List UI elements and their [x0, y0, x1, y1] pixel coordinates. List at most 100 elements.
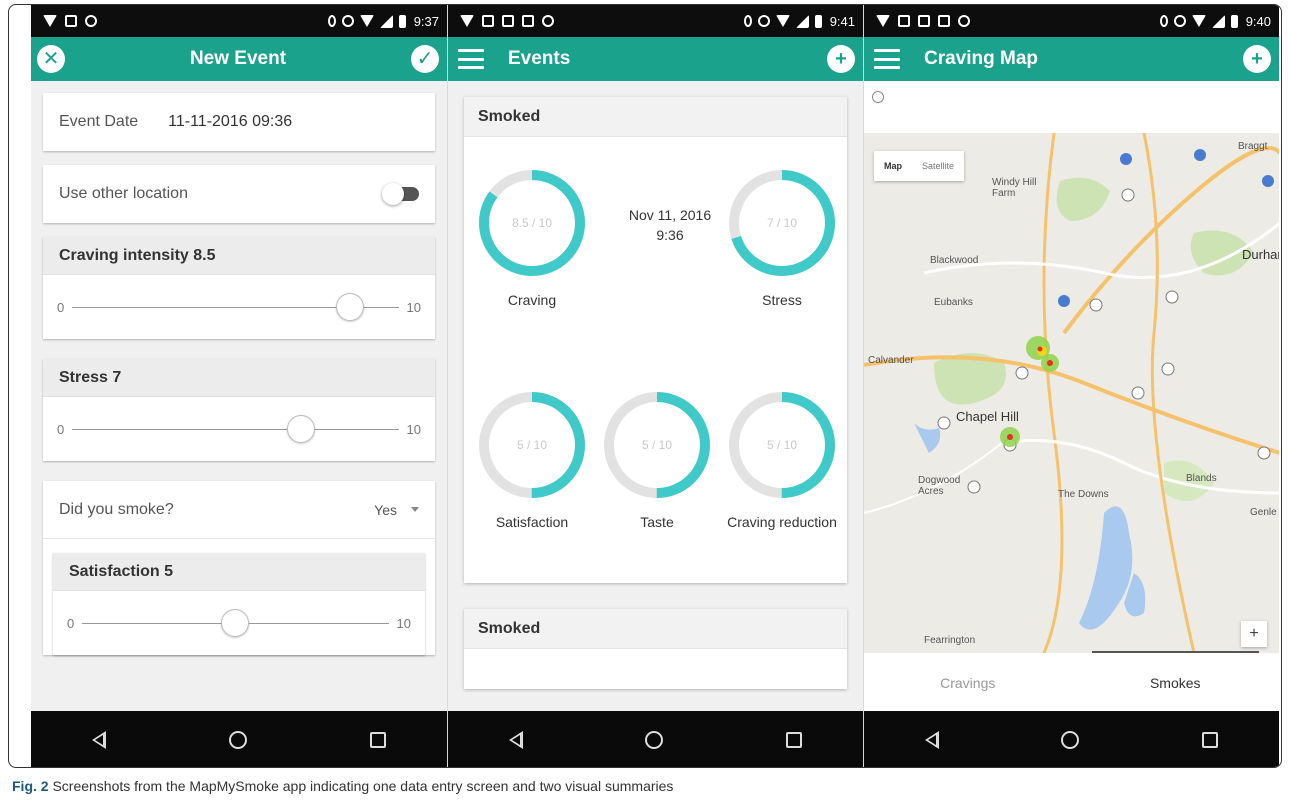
gauge-value: 7 / 10	[766, 216, 798, 230]
satisfaction-slider-min: 0	[67, 615, 75, 631]
map-type-map[interactable]: Map	[874, 151, 912, 181]
nav-bar	[448, 711, 863, 767]
wifi-icon	[775, 15, 790, 27]
home-icon[interactable]	[645, 731, 664, 749]
other-location-toggle[interactable]	[382, 183, 419, 205]
craving-slider-min: 0	[57, 299, 65, 315]
home-icon[interactable]	[1061, 731, 1080, 749]
map-label: Calvander	[868, 355, 914, 366]
chevron-down-icon	[411, 507, 419, 512]
tab-cravings[interactable]: Cravings	[864, 653, 1072, 711]
map-type-toggle: Map Satellite	[874, 151, 965, 181]
gauge-craving-reduction: 5 / 10 Craving reduction	[726, 389, 838, 532]
event-date-label: Event Date	[59, 113, 139, 130]
status-time: 9:41	[829, 13, 855, 29]
smoke-answer-select[interactable]: Yes	[374, 502, 397, 518]
home-icon[interactable]	[228, 731, 247, 749]
smoke-card: Did you smoke? Yes Satisfaction 5 0 10	[43, 481, 435, 655]
map-label: Fearrington	[924, 635, 976, 646]
event-card[interactable]: Smoked Nov 11, 2016 9:36 8.5 / 10 Craving…	[464, 97, 847, 583]
close-icon[interactable]: ✕	[37, 45, 65, 73]
event-card-title: Smoked	[464, 97, 847, 137]
gauge-craving: 8.5 / 10 Craving	[476, 167, 588, 310]
add-icon[interactable]: +	[1243, 45, 1271, 73]
do-not-disturb-icon	[1173, 15, 1186, 27]
map-label: Chapel Hill	[956, 409, 1019, 424]
status-time: 9:40	[1245, 13, 1271, 29]
bluetooth-icon	[327, 15, 336, 27]
status-bar: 9:41	[448, 5, 863, 37]
gauge-stress: 7 / 10 Stress	[726, 167, 838, 310]
bluetooth-icon	[743, 15, 752, 27]
map-label: Eubanks	[934, 297, 973, 308]
craving-map-screen: 9:40 Craving Map + Map Satellite Windy H…	[863, 5, 1280, 767]
back-icon[interactable]	[509, 731, 524, 749]
add-icon[interactable]: +	[827, 45, 855, 73]
app-bar-title: Events	[508, 48, 571, 69]
signal-icon	[1211, 14, 1225, 28]
nav-bar	[31, 711, 447, 767]
gauge-value: 5 / 10	[766, 438, 798, 452]
battery-icon	[1230, 14, 1238, 28]
location-icon[interactable]	[872, 91, 884, 103]
zoom-in-button[interactable]: +	[1241, 621, 1267, 647]
gauge-value: 8.5 / 10	[511, 216, 553, 230]
bluetooth-icon	[1159, 15, 1168, 27]
image-icon	[65, 15, 77, 27]
figure-label: Fig. 2	[12, 778, 49, 794]
hourglass-icon	[43, 15, 57, 27]
caption-text: Screenshots from the MapMySmoke app indi…	[52, 778, 674, 794]
gauge-label: Satisfaction	[495, 514, 569, 530]
app-bar-title: New Event	[189, 48, 287, 69]
gauge-satisfaction: 5 / 10 Satisfaction	[476, 389, 588, 532]
battery-icon	[398, 14, 406, 28]
menu-icon[interactable]	[458, 49, 484, 69]
map-label: Windy Hill Farm	[992, 177, 1037, 199]
do-not-disturb-icon	[757, 15, 770, 27]
craving-slider-track[interactable]	[72, 292, 399, 321]
craving-slider-thumb[interactable]	[335, 292, 364, 321]
gauge-value: 5 / 10	[641, 438, 673, 452]
tab-smokes[interactable]: Smokes	[1072, 651, 1280, 711]
map-label: Dogwood Acres	[918, 475, 961, 497]
screens-row: 9:37 ✕ New Event ✓ Event Date 11-11-2016…	[31, 5, 1281, 767]
back-icon[interactable]	[92, 731, 107, 749]
other-location-row: Use other location	[43, 165, 435, 223]
stress-slider-thumb[interactable]	[286, 414, 315, 443]
recents-icon[interactable]	[785, 732, 802, 748]
stress-slider-min: 0	[57, 421, 65, 437]
map-view[interactable]: Map Satellite Windy Hill Farm Blackwood …	[864, 133, 1279, 653]
event-date-line1: Nov 11, 2016	[628, 207, 712, 223]
stress-slider-track[interactable]	[72, 414, 399, 443]
recents-icon[interactable]	[369, 732, 386, 748]
back-icon[interactable]	[925, 731, 940, 749]
screenshot-icon	[938, 15, 950, 27]
satisfaction-slider-thumb[interactable]	[221, 608, 250, 637]
gauge-taste: 5 / 10 Taste	[601, 389, 713, 532]
map-type-satellite[interactable]: Satellite	[912, 151, 964, 181]
signal-icon	[379, 14, 393, 28]
wifi-icon	[359, 15, 374, 27]
figure-frame: 9:37 ✕ New Event ✓ Event Date 11-11-2016…	[8, 4, 1282, 768]
stress-slider-label: Stress 7	[43, 359, 435, 397]
hourglass-icon	[460, 15, 474, 27]
smoke-question-row[interactable]: Did you smoke? Yes	[43, 481, 435, 539]
status-time: 9:37	[413, 13, 439, 29]
image-icon	[898, 15, 910, 27]
image-icon	[482, 15, 494, 27]
new-event-screen: 9:37 ✕ New Event ✓ Event Date 11-11-2016…	[31, 5, 447, 767]
events-list: Smoked Nov 11, 2016 9:36 8.5 / 10 Craving…	[448, 81, 863, 711]
app-bar: ✕ New Event ✓	[31, 37, 447, 81]
wifi-icon	[1191, 15, 1206, 27]
recents-icon[interactable]	[1201, 732, 1218, 748]
map-label: Blackwood	[930, 255, 979, 266]
map-label: Braggt	[1238, 141, 1268, 152]
menu-icon[interactable]	[874, 49, 900, 69]
smoke-question-label: Did you smoke?	[59, 500, 174, 518]
check-icon[interactable]: ✓	[411, 45, 439, 73]
event-card[interactable]: Smoked	[464, 609, 847, 689]
satisfaction-slider-track[interactable]	[82, 608, 389, 637]
event-date-row[interactable]: Event Date 11-11-2016 09:36	[43, 93, 435, 151]
signal-icon	[795, 14, 809, 28]
map-label: Genle	[1250, 507, 1277, 518]
